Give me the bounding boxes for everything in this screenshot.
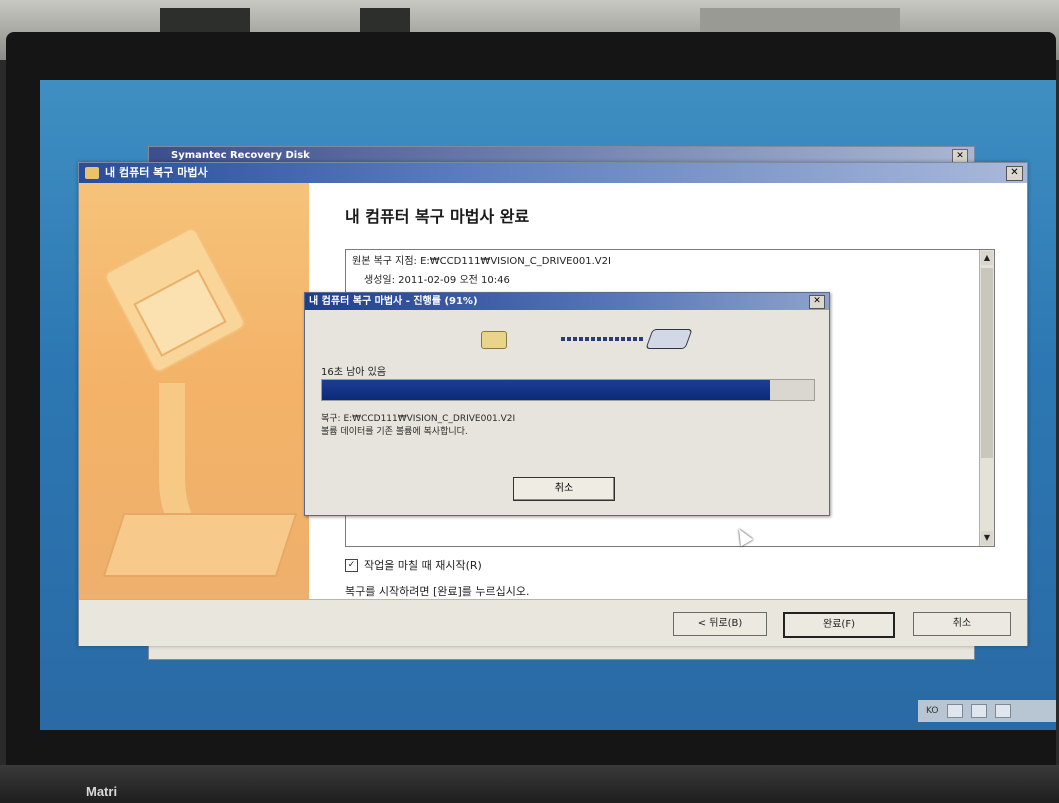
time-remaining: 16초 남아 있음	[321, 367, 387, 378]
wizard-footer: < 뒤로(B) 완료(F) 취소	[79, 599, 1027, 646]
copy-animation	[481, 327, 701, 351]
progress-info-status: 볼륨 데이터를 기존 볼륨에 복사합니다.	[321, 427, 468, 437]
transfer-dots	[561, 337, 645, 341]
restart-checkbox[interactable]: ✓	[345, 558, 358, 572]
tray-icon[interactable]	[970, 704, 987, 718]
room-object	[360, 8, 410, 34]
finish-instruction: 복구를 시작하려면 [완료]를 누르십시오.	[345, 585, 530, 598]
progress-cancel-button[interactable]: 취소	[513, 477, 615, 501]
cancel-button[interactable]: 취소	[913, 612, 1011, 636]
close-icon[interactable]: ✕	[1006, 166, 1023, 181]
progress-fill	[322, 380, 770, 400]
progress-titlebar: 내 컴퓨터 복구 마법사 - 진행률 (91%) ✕	[305, 293, 829, 310]
progress-bar	[321, 379, 815, 401]
disk-icon	[645, 329, 693, 349]
screen: Symantec Recovery Disk ✕ 내 컴퓨터 복구 마법사 ✕ …	[40, 80, 1056, 730]
wizard-app-icon	[85, 167, 99, 179]
wizard-title: 내 컴퓨터 복구 마법사	[105, 166, 208, 179]
scroll-thumb[interactable]	[981, 268, 993, 458]
summary-line: 생성일: 2011-02-09 오전 10:46	[364, 275, 510, 286]
monitor-brand: Matri	[86, 784, 118, 799]
room-object	[700, 8, 900, 34]
page-title: 내 컴퓨터 복구 마법사 완료	[345, 207, 530, 226]
summary-scrollbar[interactable]: ▲ ▼	[979, 250, 994, 546]
system-tray: KO	[918, 700, 1056, 722]
back-button[interactable]: < 뒤로(B)	[673, 612, 767, 636]
progress-dialog: 내 컴퓨터 복구 마법사 - 진행률 (91%) ✕ 16초 남아 있음 복구:…	[304, 292, 830, 516]
progress-info: 복구: E:₩CCD111₩VISION_C_DRIVE001.V2I 볼륨 데…	[321, 413, 515, 439]
restart-checkbox-label: 작업을 마칠 때 재시작(R)	[364, 559, 482, 572]
summary-line: 원본 복구 지점: E:₩CCD111₩VISION_C_DRIVE001.V2…	[352, 256, 611, 267]
finish-button[interactable]: 완료(F)	[783, 612, 895, 638]
wizard-titlebar: 내 컴퓨터 복구 마법사 ✕	[79, 163, 1027, 183]
language-indicator[interactable]: KO	[926, 706, 939, 716]
restart-option[interactable]: ✓ 작업을 마칠 때 재시작(R)	[345, 557, 482, 573]
desk	[0, 765, 1059, 803]
scroll-down-icon[interactable]: ▼	[981, 531, 993, 545]
close-icon[interactable]: ✕	[809, 295, 825, 309]
tray-icon[interactable]	[994, 704, 1011, 718]
tray-icon[interactable]	[946, 704, 963, 718]
wizard-side-illustration	[79, 183, 309, 599]
drive-tray-icon	[102, 513, 298, 577]
progress-info-source: 복구: E:₩CCD111₩VISION_C_DRIVE001.V2I	[321, 414, 516, 424]
scroll-up-icon[interactable]: ▲	[981, 251, 993, 265]
progress-title: 내 컴퓨터 복구 마법사 - 진행률 (91%)	[309, 296, 478, 307]
room-object	[160, 8, 250, 34]
camera-icon	[481, 331, 507, 349]
